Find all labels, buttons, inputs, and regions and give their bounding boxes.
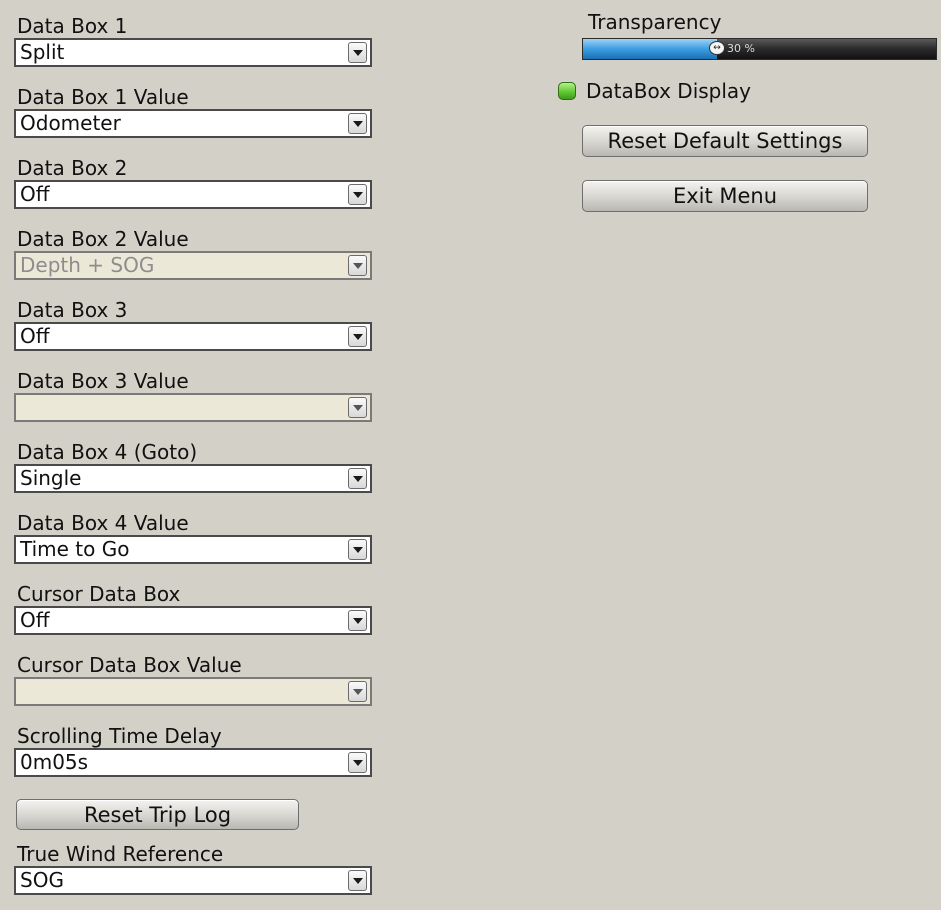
field-cursor-data-box: Cursor Data Box Off — [14, 578, 376, 649]
chevron-down-icon[interactable] — [348, 184, 367, 205]
chevron-down-icon — [348, 681, 367, 702]
reset-trip-log-button[interactable]: Reset Trip Log — [16, 799, 299, 830]
chevron-down-icon[interactable] — [348, 539, 367, 560]
field-data-box-1-value: Data Box 1 Value Odometer — [14, 81, 376, 152]
data-box-settings-panel: Data Box 1 Split Data Box 1 Value Odomet… — [0, 0, 941, 910]
chevron-down-icon[interactable] — [348, 326, 367, 347]
field-label: Cursor Data Box — [17, 582, 181, 606]
true-wind-reference-select[interactable]: SOG — [14, 866, 372, 895]
field-data-box-3-value: Data Box 3 Value — [14, 365, 376, 436]
databox-display-label: DataBox Display — [586, 79, 752, 103]
field-data-box-4-value: Data Box 4 Value Time to Go — [14, 507, 376, 578]
select-value: Time to Go — [20, 537, 130, 561]
slider-fill — [583, 39, 717, 59]
field-label: Data Box 3 — [17, 298, 128, 322]
field-cursor-data-box-value: Cursor Data Box Value — [14, 649, 376, 720]
cursor-data-box-value-select — [14, 677, 372, 706]
transparency-label: Transparency — [588, 10, 722, 34]
exit-menu-button[interactable]: Exit Menu — [582, 180, 868, 212]
transparency-slider[interactable]: ↔ 30 % — [582, 38, 937, 60]
field-label: Data Box 3 Value — [17, 369, 189, 393]
data-box-4-goto-select[interactable]: Single — [14, 464, 372, 493]
field-label: Data Box 4 Value — [17, 511, 189, 535]
select-value: Off — [20, 608, 50, 632]
field-label: Data Box 2 — [17, 156, 128, 180]
field-scrolling-time-delay: Scrolling Time Delay 0m05s — [14, 720, 376, 791]
chevron-down-icon — [348, 397, 367, 418]
chevron-down-icon[interactable] — [348, 752, 367, 773]
select-value: 0m05s — [20, 750, 89, 774]
select-value: Odometer — [20, 111, 121, 135]
data-box-2-value-select: Depth + SOG — [14, 251, 372, 280]
chevron-down-icon[interactable] — [348, 113, 367, 134]
data-box-3-select[interactable]: Off — [14, 322, 372, 351]
select-value: Single — [20, 466, 82, 490]
field-true-wind-reference: True Wind Reference SOG — [14, 838, 376, 909]
data-box-settings-column: Data Box 1 Split Data Box 1 Value Odomet… — [14, 10, 376, 791]
select-value: Off — [20, 182, 50, 206]
select-value: Depth + SOG — [20, 253, 155, 277]
field-label: Data Box 1 Value — [17, 85, 189, 109]
select-value: Off — [20, 324, 50, 348]
field-data-box-3: Data Box 3 Off — [14, 294, 376, 365]
data-box-1-value-select[interactable]: Odometer — [14, 109, 372, 138]
field-data-box-4-goto: Data Box 4 (Goto) Single — [14, 436, 376, 507]
chevron-down-icon — [348, 255, 367, 276]
select-value: SOG — [20, 868, 64, 892]
data-box-4-value-select[interactable]: Time to Go — [14, 535, 372, 564]
field-label: Scrolling Time Delay — [17, 724, 222, 748]
select-value: Split — [20, 40, 65, 64]
chevron-down-icon[interactable] — [348, 42, 367, 63]
transparency-value: 30 % — [727, 42, 755, 55]
reset-default-settings-button[interactable]: Reset Default Settings — [582, 125, 868, 157]
field-label: Cursor Data Box Value — [17, 653, 242, 677]
chevron-down-icon[interactable] — [348, 610, 367, 631]
data-box-1-select[interactable]: Split — [14, 38, 372, 67]
field-label: Data Box 1 — [17, 14, 128, 38]
field-label: True Wind Reference — [17, 842, 224, 866]
field-data-box-2-value: Data Box 2 Value Depth + SOG — [14, 223, 376, 294]
field-label: Data Box 4 (Goto) — [17, 440, 198, 464]
chevron-down-icon[interactable] — [348, 870, 367, 891]
data-box-3-value-select — [14, 393, 372, 422]
field-data-box-1: Data Box 1 Split — [14, 10, 376, 81]
scrolling-time-delay-select[interactable]: 0m05s — [14, 748, 372, 777]
field-label: Data Box 2 Value — [17, 227, 189, 251]
field-data-box-2: Data Box 2 Off — [14, 152, 376, 223]
chevron-down-icon[interactable] — [348, 468, 367, 489]
data-box-2-select[interactable]: Off — [14, 180, 372, 209]
drag-handle-icon[interactable]: ↔ — [709, 41, 725, 55]
cursor-data-box-select[interactable]: Off — [14, 606, 372, 635]
databox-display-checkbox[interactable] — [558, 82, 576, 100]
